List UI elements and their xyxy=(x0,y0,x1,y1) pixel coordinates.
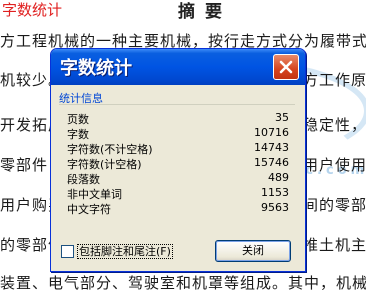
doc-text-line: 装置、电气部分、驾驶室和机罩等组成。其中，机械 xyxy=(0,274,366,292)
stat-row-words: 字数 10716 xyxy=(67,126,289,141)
stat-label: 字数 xyxy=(67,128,89,141)
doc-text-fragment: 间的零部 xyxy=(303,196,366,214)
stat-row-chars-no-spaces: 字符数(不计空格) 14743 xyxy=(67,141,289,156)
stat-value: 10716 xyxy=(254,126,289,139)
include-footnotes-checkbox[interactable] xyxy=(61,245,74,258)
stat-label: 页数 xyxy=(67,113,89,126)
doc-text-fragment: 用户使用 xyxy=(303,156,366,174)
close-button[interactable]: 关闭 xyxy=(215,240,291,262)
doc-heading: 摘要 xyxy=(178,2,232,22)
stat-value: 14743 xyxy=(254,141,289,154)
stat-value: 1153 xyxy=(261,186,289,199)
stat-label: 字符数(计空格) xyxy=(67,158,142,171)
titlebar-close-button[interactable] xyxy=(273,54,299,80)
stat-row-paragraphs: 段落数 489 xyxy=(67,171,289,186)
stat-row-non-chinese-words: 非中文单词 1153 xyxy=(67,186,289,201)
stat-label: 非中文单词 xyxy=(67,188,122,201)
include-footnotes-label[interactable]: 包括脚注和尾注(F) xyxy=(77,244,173,259)
stat-row-pages: 页数 35 xyxy=(67,111,289,126)
stat-value: 9563 xyxy=(261,201,289,214)
doc-text-fragment: 方工作原 xyxy=(303,71,366,89)
stat-value: 15746 xyxy=(254,156,289,169)
stat-label: 段落数 xyxy=(67,173,100,186)
doc-red-label: 字数统计 xyxy=(2,1,63,19)
dialog-body: 统计信息 页数 35 字数 10716 字符数(不计空格) 14743 字符数(… xyxy=(55,85,299,267)
word-count-dialog: 字数统计 统计信息 页数 35 字数 10716 字符数(不计空格) 14743… xyxy=(50,48,306,272)
group-separator xyxy=(59,104,295,105)
stat-row-chars-with-spaces: 字符数(计空格) 15746 xyxy=(67,156,289,171)
doc-text-fragment: 稳定性，又 xyxy=(303,116,366,134)
dialog-titlebar[interactable]: 字数统计 xyxy=(51,49,305,85)
doc-text-line: 零部件 xyxy=(0,156,49,174)
doc-text-fragment: 推土机主 xyxy=(303,236,366,254)
stat-label: 字符数(不计空格) xyxy=(67,143,153,156)
stat-value: 35 xyxy=(275,111,289,124)
dialog-title: 字数统计 xyxy=(60,58,132,79)
stat-label: 中文字符 xyxy=(67,203,111,216)
stat-value: 489 xyxy=(268,171,289,184)
stat-row-chinese-chars: 中文字符 9563 xyxy=(67,201,289,216)
include-footnotes-option[interactable]: 包括脚注和尾注(F) xyxy=(61,244,231,260)
